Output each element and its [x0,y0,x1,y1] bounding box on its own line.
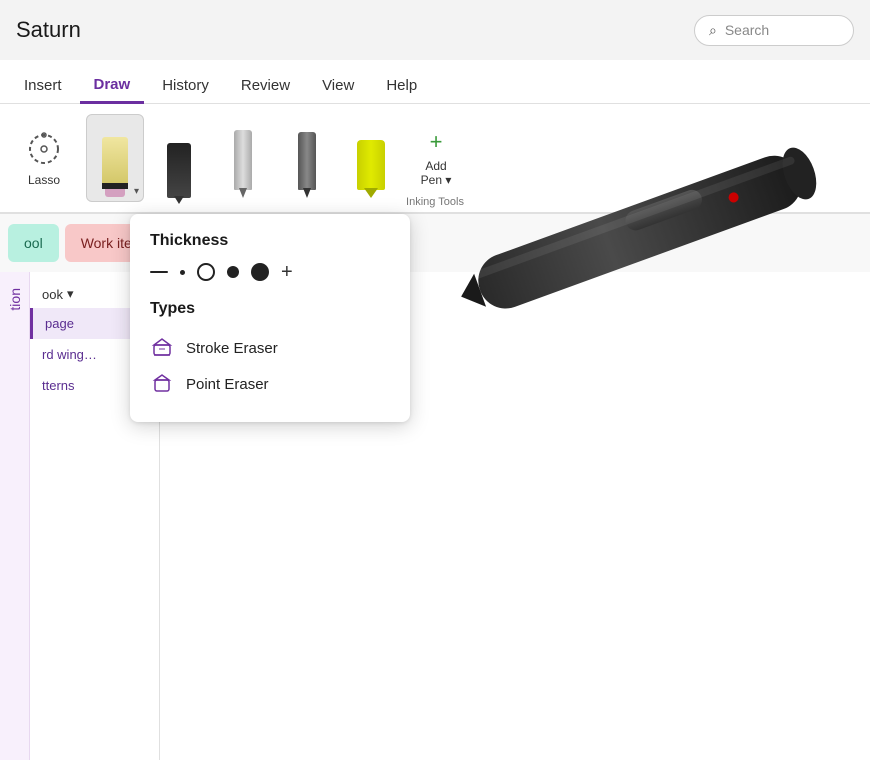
black-pen-slot[interactable] [150,114,208,202]
gray-pen-slot[interactable] [214,114,272,202]
black-pen-graphic [167,143,191,198]
thickness-row: + [150,262,390,282]
stroke-eraser-label: Stroke Eraser [186,340,278,357]
menu-draw[interactable]: Draw [80,68,145,104]
thickness-5[interactable] [251,263,269,281]
lasso-tool[interactable]: Lasso [8,118,80,198]
lasso-label: Lasso [28,173,60,187]
notebook-chevron: ▾ [67,286,74,302]
notebook-label: ook [42,287,63,302]
types-title: Types [150,300,390,318]
add-pen-plus-icon: + [430,129,443,155]
menu-history[interactable]: History [148,69,223,104]
thickness-2[interactable] [180,270,185,275]
add-pen-button[interactable]: + AddPen ▾ [406,118,466,198]
add-pen-label: AddPen ▾ [421,159,452,188]
stroke-eraser-item[interactable]: Stroke Eraser [150,330,390,366]
menu-view[interactable]: View [308,69,368,104]
toolbar-area: Lasso ▾ + AddPen ▾ Inking Tools [0,104,870,214]
eraser-pen-slot[interactable]: ▾ [86,114,144,202]
thickness-3-selected[interactable] [197,263,215,281]
thickness-popup: Thickness + Types Stroke Eraser Point Er… [130,214,410,422]
menu-bar: Insert Draw History Review View Help [0,60,870,104]
dark-pen-graphic [298,132,316,190]
inking-tools-label: Inking Tools [406,196,464,208]
thickness-plus[interactable]: + [281,262,293,282]
stroke-eraser-icon [150,336,174,360]
gray-pen-graphic [234,130,252,190]
left-vertical-nav: tion [0,272,30,760]
vertical-nav-text: tion [0,280,31,319]
title-bar: Saturn ⌕ Search [0,0,870,60]
eraser-tool-graphic [99,137,131,197]
point-eraser-icon [150,372,174,396]
pen-slot-arrow: ▾ [134,186,139,197]
section-tab-cool[interactable]: ool [8,224,59,262]
search-icon: ⌕ [709,22,717,39]
thickness-title: Thickness [150,232,390,250]
point-eraser-item[interactable]: Point Eraser [150,366,390,402]
highlighter-slot[interactable] [342,114,400,202]
search-placeholder: Search [725,22,769,38]
thickness-1[interactable] [150,271,168,273]
search-box[interactable]: ⌕ Search [694,15,854,46]
dark-pen-slot[interactable] [278,114,336,202]
lasso-icon [24,129,64,169]
menu-review[interactable]: Review [227,69,304,104]
highlighter-graphic [357,140,385,190]
app-title: Saturn [16,17,81,43]
thickness-4[interactable] [227,266,239,278]
menu-help[interactable]: Help [372,69,431,104]
menu-insert[interactable]: Insert [10,69,76,104]
point-eraser-label: Point Eraser [186,376,269,393]
